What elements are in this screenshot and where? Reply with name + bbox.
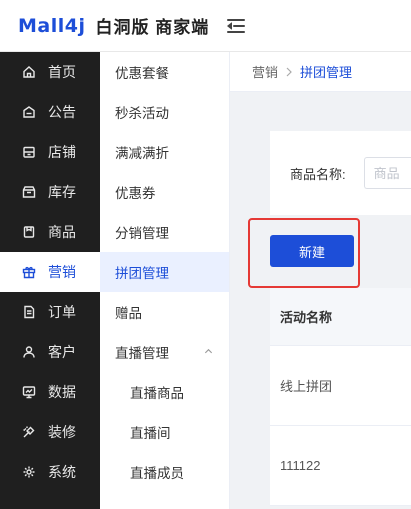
sidebar-item-label: 订单 <box>48 304 76 320</box>
breadcrumb: 营销 拼团管理 <box>230 52 411 92</box>
submenu-item-live-members[interactable]: 直播成员 <box>100 452 229 492</box>
chevron-up-icon <box>204 348 213 354</box>
sidebar-item-label: 营销 <box>48 264 76 280</box>
sidebar-item-label: 商品 <box>48 224 76 240</box>
gear-icon <box>22 465 36 479</box>
breadcrumb-item-marketing[interactable]: 营销 <box>252 62 278 81</box>
submenu-item-live[interactable]: 直播管理 <box>100 332 229 372</box>
store-icon <box>22 145 36 159</box>
sidebar-item-store[interactable]: 店铺 <box>0 132 100 172</box>
sidebar-item-order[interactable]: 订单 <box>0 292 100 332</box>
search-form: 商品名称: <box>270 131 411 215</box>
app-subtitle: 白洞版 商家端 <box>95 18 210 37</box>
primary-sidebar: 首页 公告 店铺 库存 商品 营销 订单 客户 数据 装修 系统 <box>0 52 100 509</box>
sidebar-item-announcement[interactable]: 公告 <box>0 92 100 132</box>
sidebar-item-inventory[interactable]: 库存 <box>0 172 100 212</box>
chevron-right-icon <box>286 67 292 76</box>
top-bar: Mall4j 白洞版 商家端 <box>0 0 411 52</box>
sidebar-item-home[interactable]: 首页 <box>0 52 100 92</box>
sidebar-item-label: 数据 <box>48 384 76 400</box>
submenu-item-discount[interactable]: 满减满折 <box>100 132 229 172</box>
product-icon <box>22 225 36 239</box>
sidebar-item-label: 客户 <box>48 344 76 360</box>
sidebar-item-label: 库存 <box>48 184 76 200</box>
secondary-menu: 优惠套餐 秒杀活动 满减满折 优惠券 分销管理 拼团管理 赠品 直播管理 直播商… <box>100 52 230 509</box>
product-name-label: 商品名称: <box>290 166 346 182</box>
brand-name: Mall4j <box>18 14 86 37</box>
order-icon <box>22 305 36 319</box>
breadcrumb-item-current: 拼团管理 <box>300 65 353 80</box>
sidebar-item-label: 店铺 <box>48 144 76 160</box>
sidebar-item-marketing[interactable]: 营销 <box>0 252 100 292</box>
sidebar-item-decoration[interactable]: 装修 <box>0 412 100 452</box>
customer-icon <box>22 345 36 359</box>
sidebar-item-label: 系统 <box>48 464 76 480</box>
gift-icon <box>22 265 36 279</box>
column-header-activity-name: 活动名称 <box>270 288 411 346</box>
submenu-item-live-rooms[interactable]: 直播间 <box>100 412 229 452</box>
sidebar-item-label: 首页 <box>48 64 76 80</box>
activity-table: 活动名称 线上拼团 111122 <box>270 288 411 506</box>
menu-collapse-icon[interactable] <box>227 18 246 33</box>
submenu-item-group-buy[interactable]: 拼团管理 <box>100 252 229 292</box>
announcement-icon <box>22 105 36 119</box>
data-icon <box>22 385 36 399</box>
submenu-item-live-products[interactable]: 直播商品 <box>100 372 229 412</box>
submenu-item-coupon[interactable]: 优惠券 <box>100 172 229 212</box>
new-button[interactable]: 新建 <box>270 235 354 267</box>
submenu-item-distribution[interactable]: 分销管理 <box>100 212 229 252</box>
home-icon <box>22 65 36 79</box>
sidebar-item-system[interactable]: 系统 <box>0 452 100 492</box>
submenu-item-gift[interactable]: 赠品 <box>100 292 229 332</box>
product-name-input[interactable] <box>363 157 411 189</box>
submenu-item-label: 直播管理 <box>115 346 169 361</box>
logo[interactable]: Mall4j 白洞版 商家端 <box>18 13 209 38</box>
submenu-item-flash-sale[interactable]: 秒杀活动 <box>100 92 229 132</box>
sidebar-item-label: 装修 <box>48 424 76 440</box>
table-row[interactable]: 111122 <box>270 426 411 506</box>
sidebar-item-data[interactable]: 数据 <box>0 372 100 412</box>
table-row[interactable]: 线上拼团 <box>270 346 411 426</box>
submenu-item-bundle[interactable]: 优惠套餐 <box>100 52 229 92</box>
sidebar-item-label: 公告 <box>48 104 76 120</box>
sidebar-item-customer[interactable]: 客户 <box>0 332 100 372</box>
decoration-icon <box>22 425 36 439</box>
inventory-icon <box>22 185 36 199</box>
sidebar-item-product[interactable]: 商品 <box>0 212 100 252</box>
